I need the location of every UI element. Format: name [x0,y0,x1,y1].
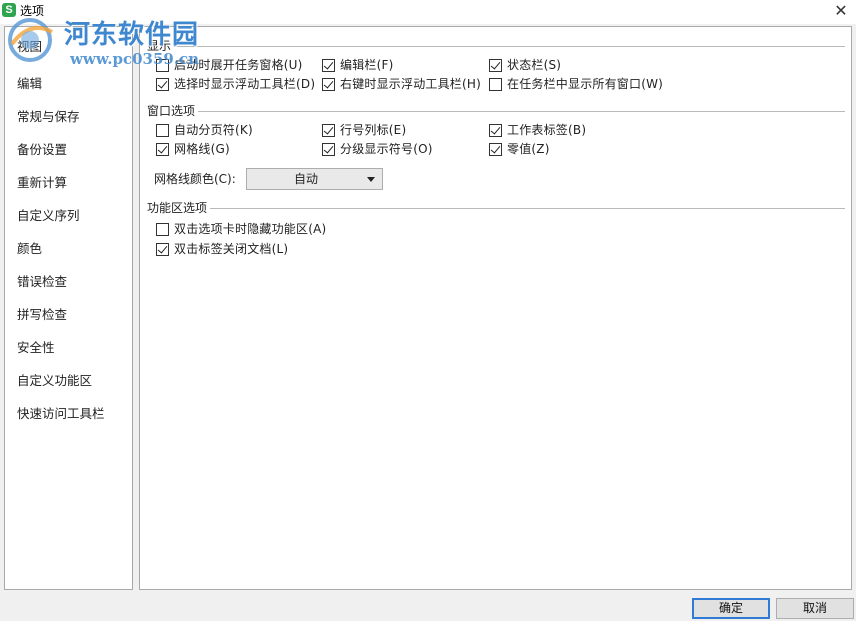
sidebar-item-custom-ribbon[interactable]: 自定义功能区 [17,371,92,391]
checkbox[interactable] [322,142,335,156]
gridline-color-value: 自动 [293,172,318,186]
option-page-breaks[interactable]: 自动分页符(K) [156,121,253,139]
window-title: 选项 [20,4,45,18]
options-sidebar: 视图 编辑 常规与保存 备份设置 重新计算 自定义序列 颜色 错误检查 拼写检查… [4,26,133,590]
option-zero-values[interactable]: 零值(Z) [489,140,550,158]
option-sheet-tabs[interactable]: 工作表标签(B) [489,121,586,139]
option-label: 启动时展开任务窗格(U) [174,58,303,72]
checkbox[interactable] [489,142,502,156]
option-outline-symbols[interactable]: 分级显示符号(O) [322,140,433,158]
option-label: 零值(Z) [507,142,550,156]
view-options-panel: 显示 启动时展开任务窗格(U) 编辑栏(F) 状态栏(S) 选择时显示浮动工具栏… [139,26,852,590]
option-label: 选择时显示浮动工具栏(D) [174,77,316,91]
option-label: 行号列标(E) [340,123,407,137]
sidebar-item-custom-lists[interactable]: 自定义序列 [17,206,80,226]
option-dblclick-hide-ribbon[interactable]: 双击选项卡时隐藏功能区(A) [156,220,326,238]
option-label: 在任务栏中显示所有窗口(W) [507,77,664,91]
option-formula-bar[interactable]: 编辑栏(F) [322,56,393,74]
option-label: 工作表标签(B) [507,123,587,137]
checkbox[interactable] [156,242,169,256]
sidebar-item-error-check[interactable]: 错误检查 [17,272,67,292]
option-float-toolbar-select[interactable]: 选择时显示浮动工具栏(D) [156,75,315,93]
gridline-color-label: 网格线颜色(C): [154,172,236,186]
sidebar-item-view[interactable]: 视图 [17,37,42,57]
option-status-bar[interactable]: 状态栏(S) [489,56,561,74]
option-label: 编辑栏(F) [340,58,394,72]
checkbox[interactable] [156,123,169,137]
option-label: 状态栏(S) [507,58,562,72]
option-float-toolbar-rightclick[interactable]: 右键时显示浮动工具栏(H) [322,75,481,93]
sidebar-item-colors[interactable]: 颜色 [17,239,42,259]
checkbox[interactable] [322,123,335,137]
checkbox[interactable] [156,142,169,156]
option-label: 分级显示符号(O) [340,142,433,156]
group-title-display: 显示 [147,39,172,53]
app-logo-icon: S [2,3,16,17]
cancel-button[interactable]: 取消 [776,598,854,619]
group-title-window-options: 窗口选项 [147,104,196,118]
option-label: 自动分页符(K) [174,123,253,137]
option-row-col-headers[interactable]: 行号列标(E) [322,121,406,139]
sidebar-item-backup[interactable]: 备份设置 [17,140,67,160]
checkbox[interactable] [489,58,502,72]
checkbox[interactable] [156,77,169,91]
option-label: 网格线(G) [174,142,230,156]
close-icon[interactable]: ✕ [832,0,850,22]
chevron-down-icon [367,177,375,182]
option-dblclick-close-doc[interactable]: 双击标签关闭文档(L) [156,240,288,258]
sidebar-item-edit[interactable]: 编辑 [17,74,42,94]
option-label: 双击选项卡时隐藏功能区(A) [174,222,327,236]
option-gridlines[interactable]: 网格线(G) [156,140,230,158]
checkbox[interactable] [489,77,502,91]
checkbox[interactable] [156,222,169,236]
option-label: 双击标签关闭文档(L) [174,242,289,256]
title-bar: S 选项 ✕ [0,0,856,24]
checkbox[interactable] [156,58,169,72]
checkbox[interactable] [322,58,335,72]
group-divider [174,46,845,47]
option-show-all-windows[interactable]: 在任务栏中显示所有窗口(W) [489,75,663,93]
sidebar-item-general-save[interactable]: 常规与保存 [17,107,80,127]
sidebar-item-spell-check[interactable]: 拼写检查 [17,305,67,325]
group-divider [210,208,845,209]
option-label: 右键时显示浮动工具栏(H) [340,77,481,91]
sidebar-item-quick-access[interactable]: 快速访问工具栏 [17,404,105,424]
group-title-ribbon-options: 功能区选项 [147,201,208,215]
group-divider [198,111,845,112]
sidebar-item-security[interactable]: 安全性 [17,338,55,358]
checkbox[interactable] [489,123,502,137]
option-expand-task-pane[interactable]: 启动时展开任务窗格(U) [156,56,303,74]
ok-button[interactable]: 确定 [692,598,770,619]
sidebar-item-recalc[interactable]: 重新计算 [17,173,67,193]
gridline-color-select[interactable]: 自动 [246,168,383,190]
checkbox[interactable] [322,77,335,91]
